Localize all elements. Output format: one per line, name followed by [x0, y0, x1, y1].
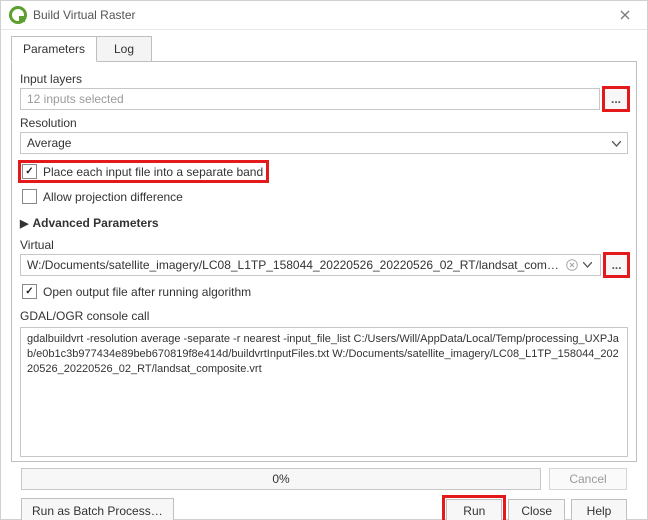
disclosure-triangle-icon: ▶ [20, 217, 28, 230]
close-label: Close [521, 504, 552, 518]
advanced-parameters-toggle[interactable]: ▶ Advanced Parameters [20, 216, 628, 230]
label-virtual: Virtual [20, 238, 628, 252]
progress-text: 0% [272, 472, 289, 486]
help-label: Help [587, 504, 612, 518]
run-label: Run [463, 504, 485, 518]
virtual-output-value: W:/Documents/satellite_imagery/LC08_L1TP… [27, 258, 564, 272]
dialog-content: Parameters Log Input layers ... Resoluti… [1, 30, 647, 520]
ellipsis-icon: ... [612, 258, 622, 272]
label-advanced: Advanced Parameters [32, 216, 158, 230]
parameters-panel: Input layers ... Resolution Average Plac [11, 62, 637, 462]
help-button[interactable]: Help [571, 499, 627, 520]
dialog-bottom: 0% Cancel Run as Batch Process… Run Clos… [11, 462, 637, 520]
label-resolution: Resolution [20, 116, 628, 130]
label-allow-proj-diff: Allow projection difference [43, 190, 183, 204]
qgis-logo-icon [9, 6, 27, 24]
tab-parameters[interactable]: Parameters [11, 36, 97, 62]
checkbox-open-after-row[interactable]: Open output file after running algorithm [20, 282, 628, 301]
cancel-label: Cancel [569, 472, 606, 486]
close-button[interactable]: Close [508, 499, 565, 520]
tab-log-label: Log [114, 42, 134, 56]
progress-bar: 0% [21, 468, 541, 490]
titlebar: Build Virtual Raster [1, 1, 647, 30]
checkbox-open-after[interactable] [22, 284, 37, 299]
label-input-layers: Input layers [20, 72, 628, 86]
virtual-output-options-icon[interactable] [579, 254, 596, 276]
clear-input-icon[interactable] [564, 257, 579, 273]
resolution-select[interactable]: Average [20, 132, 628, 154]
console-call-output[interactable]: gdalbuildvrt -resolution average -separa… [20, 327, 628, 457]
tab-log[interactable]: Log [96, 36, 152, 62]
tab-parameters-label: Parameters [23, 42, 85, 56]
label-console-call: GDAL/OGR console call [20, 309, 628, 323]
label-separate-band: Place each input file into a separate ba… [43, 165, 263, 179]
resolution-value: Average [27, 136, 71, 150]
checkbox-separate-band-row[interactable]: Place each input file into a separate ba… [20, 162, 267, 181]
checkbox-allow-proj-diff[interactable] [22, 189, 37, 204]
checkbox-separate-band[interactable] [22, 164, 37, 179]
chevron-down-icon [612, 136, 621, 150]
label-open-after: Open output file after running algorithm [43, 285, 251, 299]
checkbox-allow-proj-diff-row[interactable]: Allow projection difference [20, 187, 628, 206]
input-layers-browse-button[interactable]: ... [604, 88, 628, 110]
close-icon[interactable] [605, 1, 645, 29]
ellipsis-icon: ... [611, 92, 621, 106]
dialog-build-virtual-raster: Build Virtual Raster Parameters Log Inpu… [0, 0, 648, 520]
tabs: Parameters Log [11, 36, 637, 62]
virtual-output-field[interactable]: W:/Documents/satellite_imagery/LC08_L1TP… [20, 254, 601, 276]
virtual-output-browse-button[interactable]: ... [605, 254, 628, 276]
run-as-batch-button[interactable]: Run as Batch Process… [21, 498, 174, 520]
input-layers-field[interactable] [20, 88, 600, 110]
window-title: Build Virtual Raster [33, 8, 605, 22]
batch-label: Run as Batch Process… [32, 504, 163, 518]
run-button[interactable]: Run [446, 499, 502, 520]
cancel-button: Cancel [549, 468, 627, 490]
